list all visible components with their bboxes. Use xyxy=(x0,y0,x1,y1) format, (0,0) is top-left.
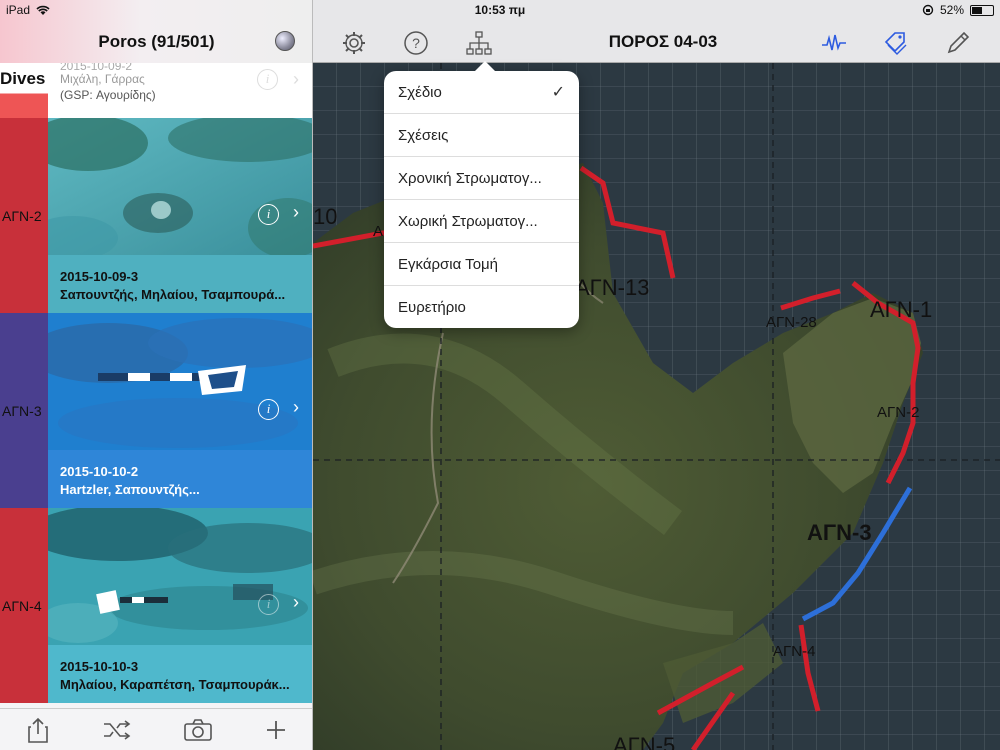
map-title: ΠΟΡΟΣ 04-03 xyxy=(608,32,718,51)
dive-caption: 2015-10-10-2 Hartzler, Σαπουντζής... xyxy=(48,450,312,508)
map-label: ΑΓΝ-5 xyxy=(613,733,675,750)
info-icon[interactable]: i xyxy=(257,69,278,90)
status-bar: iPad 10:53 πμ 52% xyxy=(0,0,1000,20)
map-label: ΑΓΝ-28 xyxy=(766,314,817,331)
info-icon[interactable]: i xyxy=(258,204,279,225)
dive-list: Dives 2015-10-09-2 Μιχάλη, Γάρρας (GSP: … xyxy=(0,59,312,708)
dive-item-partial[interactable]: Dives 2015-10-09-2 Μιχάλη, Γάρρας (GSP: … xyxy=(0,59,312,118)
dive-photo[interactable]: i › xyxy=(48,508,312,645)
checkmark-icon: ✓ xyxy=(551,84,565,101)
hierarchy-icon[interactable] xyxy=(466,30,492,56)
menu-item-label: Σχέδιο xyxy=(398,84,442,101)
dive-code: ΑΓΝ-4 xyxy=(2,598,42,614)
chevron-right-icon: › xyxy=(293,202,299,222)
menu-item-label: Χωρική Στρωματογ... xyxy=(398,213,538,230)
menu-item-relations[interactable]: Σχέσεις xyxy=(384,114,579,157)
dive-date: 2015-10-10-3 xyxy=(60,659,139,674)
camera-icon[interactable] xyxy=(184,718,213,741)
info-icon[interactable]: i xyxy=(258,399,279,420)
chevron-right-icon: › xyxy=(293,592,299,612)
dive-item[interactable]: ΑΓΝ-4 i › 2015-10-10-3 Μηλαίου, Καραπέτσ… xyxy=(0,508,312,703)
settings-icon[interactable] xyxy=(341,30,367,56)
menu-item-plan[interactable]: Σχέδιο ✓ xyxy=(384,71,579,114)
dive-code: ΑΓΝ-3 xyxy=(2,403,42,419)
globe-icon[interactable] xyxy=(275,31,295,51)
waveform-icon[interactable] xyxy=(821,30,847,56)
chevron-right-icon: › xyxy=(293,69,299,89)
dive-people: Hartzler, Σαπουντζής... xyxy=(60,482,200,497)
view-menu-popover: Σχέδιο ✓ Σχέσεις Χρονική Στρωματογ... Χω… xyxy=(384,71,579,328)
dive-gsp: (GSP: Αγουρίδης) xyxy=(60,88,156,102)
menu-item-label: Εγκάρσια Τομή xyxy=(398,256,499,273)
share-icon[interactable] xyxy=(27,717,49,743)
dive-side-strip: ΑΓΝ-4 xyxy=(0,508,48,703)
menu-item-cross-section[interactable]: Εγκάρσια Τομή xyxy=(384,243,579,286)
dive-caption: 2015-10-10-3 Μηλαίου, Καραπέτση, Τσαμπου… xyxy=(48,645,312,703)
dive-side-strip: ΑΓΝ-2 xyxy=(0,118,48,313)
dive-people: Σαπουντζής, Μηλαίου, Τσαμπουρά... xyxy=(60,287,286,302)
section-label: Dives xyxy=(0,69,46,88)
dive-people: Μιχάλη, Γάρρας xyxy=(60,72,145,86)
dive-date: 2015-10-10-2 xyxy=(60,464,139,479)
shuffle-icon[interactable] xyxy=(103,719,131,740)
dives-toolbar xyxy=(0,708,312,750)
tags-icon[interactable] xyxy=(883,30,909,56)
info-icon[interactable]: i xyxy=(258,594,279,615)
rotation-lock-icon xyxy=(922,4,934,16)
menu-item-index[interactable]: Ευρετήριο xyxy=(384,286,579,329)
help-icon[interactable]: ? xyxy=(403,30,429,56)
menu-item-label: Ευρετήριο xyxy=(398,299,466,316)
map-label: Α xyxy=(373,223,383,240)
map-label: ΑΓΝ-2 xyxy=(877,404,919,421)
dive-side-strip: ΑΓΝ-3 xyxy=(0,313,48,508)
edit-icon[interactable] xyxy=(945,30,971,56)
chevron-right-icon: › xyxy=(293,397,299,417)
project-title: Poros (91/501) xyxy=(98,32,215,51)
map-label: ΑΓΝ-4 xyxy=(773,643,815,660)
dive-item[interactable]: ΑΓΝ-2 i › 2015-10-09-3 Σαπουντζής, Μηλαί… xyxy=(0,118,312,313)
svg-text:?: ? xyxy=(412,35,420,51)
map-label: 10 xyxy=(313,204,337,229)
map-label: ΑΓΝ-1 xyxy=(870,297,932,322)
map-label: ΑΓΝ-13 xyxy=(575,275,649,300)
dive-caption: 2015-10-09-3 Σαπουντζής, Μηλαίου, Τσαμπο… xyxy=(48,255,312,313)
menu-item-temporal-stratigraphy[interactable]: Χρονική Στρωματογ... xyxy=(384,157,579,200)
dive-code: ΑΓΝ-2 xyxy=(2,208,42,224)
add-icon[interactable] xyxy=(266,720,286,740)
dive-date: 2015-10-09-3 xyxy=(60,269,139,284)
dive-photo[interactable]: i › xyxy=(48,118,312,255)
menu-item-label: Χρονική Στρωματογ... xyxy=(398,170,542,187)
map-label: ΑΓΝ-3 xyxy=(807,520,872,545)
dive-item[interactable]: ΑΓΝ-3 i › 2015-10-10-2 Hartzler, Σαπουντ… xyxy=(0,313,312,508)
clock: 10:53 πμ xyxy=(474,3,526,17)
dive-people: Μηλαίου, Καραπέτση, Τσαμπουράκ... xyxy=(60,677,290,692)
battery-percent: 52% xyxy=(939,3,964,17)
menu-item-label: Σχέσεις xyxy=(398,127,449,144)
popover-arrow xyxy=(474,61,496,72)
menu-item-spatial-stratigraphy[interactable]: Χωρική Στρωματογ... xyxy=(384,200,579,243)
dives-panel: Poros (91/501) Dives 2015-10-09-2 Μιχάλη… xyxy=(0,0,313,750)
dive-photo[interactable]: i › xyxy=(48,313,312,450)
battery-icon xyxy=(970,4,994,16)
